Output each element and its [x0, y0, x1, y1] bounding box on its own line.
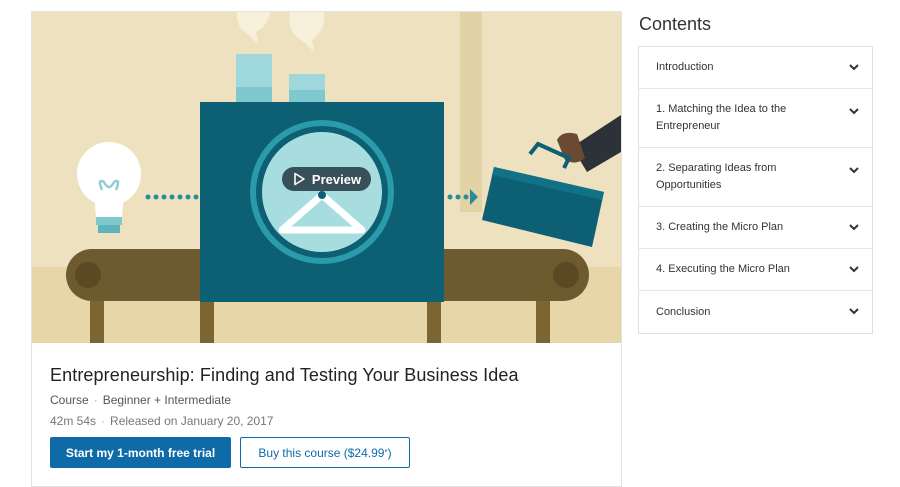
- course-hero-image[interactable]: Preview: [32, 12, 621, 343]
- chevron-down-icon: [849, 265, 859, 272]
- course-details: 42m 54s · Released on January 20, 2017: [50, 413, 610, 429]
- course-info: Entrepreneurship: Finding and Testing Yo…: [50, 364, 610, 429]
- play-icon: [294, 172, 305, 186]
- preview-button[interactable]: Preview: [282, 167, 371, 191]
- toc-item-label: 2. Separating Ideas from Opportunities: [656, 162, 777, 191]
- chevron-down-icon: [849, 63, 859, 70]
- contents-list: Introduction 1. Matching the Idea to the…: [638, 46, 873, 334]
- chevron-down-icon: [849, 167, 859, 174]
- course-type: Course: [50, 393, 89, 407]
- course-duration: 42m 54s: [50, 414, 97, 428]
- toc-item-chapter-3[interactable]: 3. Creating the Micro Plan: [639, 207, 872, 249]
- toc-item-introduction[interactable]: Introduction: [639, 47, 872, 89]
- buy-course-button[interactable]: Buy this course ($24.99 *): [240, 437, 410, 468]
- toc-item-chapter-2[interactable]: 2. Separating Ideas from Opportunities: [639, 148, 872, 207]
- toc-item-label: Introduction: [656, 61, 714, 73]
- separator-dot: ·: [101, 414, 106, 428]
- chevron-down-icon: [849, 308, 859, 315]
- chevron-down-icon: [849, 223, 859, 230]
- start-free-trial-label: Start my 1-month free trial: [65, 445, 216, 460]
- course-release-date: Released on January 20, 2017: [110, 414, 274, 428]
- toc-item-conclusion[interactable]: Conclusion: [639, 291, 872, 333]
- chevron-down-icon: [849, 108, 859, 115]
- start-free-trial-button[interactable]: Start my 1-month free trial: [50, 437, 231, 468]
- course-title: Entrepreneurship: Finding and Testing Yo…: [50, 365, 519, 385]
- contents-heading: Contents: [639, 14, 712, 34]
- course-meta: Course · Beginner + Intermediate: [50, 392, 610, 408]
- course-card: Preview Entrepreneurship: Finding and Te…: [31, 11, 622, 487]
- toc-item-label: 4. Executing the Micro Plan: [656, 263, 790, 275]
- preview-label: Preview: [311, 171, 362, 187]
- toc-item-chapter-4[interactable]: 4. Executing the Micro Plan: [639, 249, 872, 291]
- separator-dot: ·: [93, 393, 98, 407]
- course-level: Beginner + Intermediate: [102, 393, 232, 407]
- toc-item-label: 1. Matching the Idea to the Entrepreneur: [656, 103, 787, 132]
- buy-course-label-close: ): [387, 445, 392, 460]
- toc-item-label: Conclusion: [656, 305, 711, 318]
- toc-item-label: 3. Creating the Micro Plan: [656, 221, 784, 233]
- toc-item-chapter-1[interactable]: 1. Matching the Idea to the Entrepreneur: [639, 89, 872, 148]
- buy-course-label: Buy this course ($24.99: [258, 445, 385, 460]
